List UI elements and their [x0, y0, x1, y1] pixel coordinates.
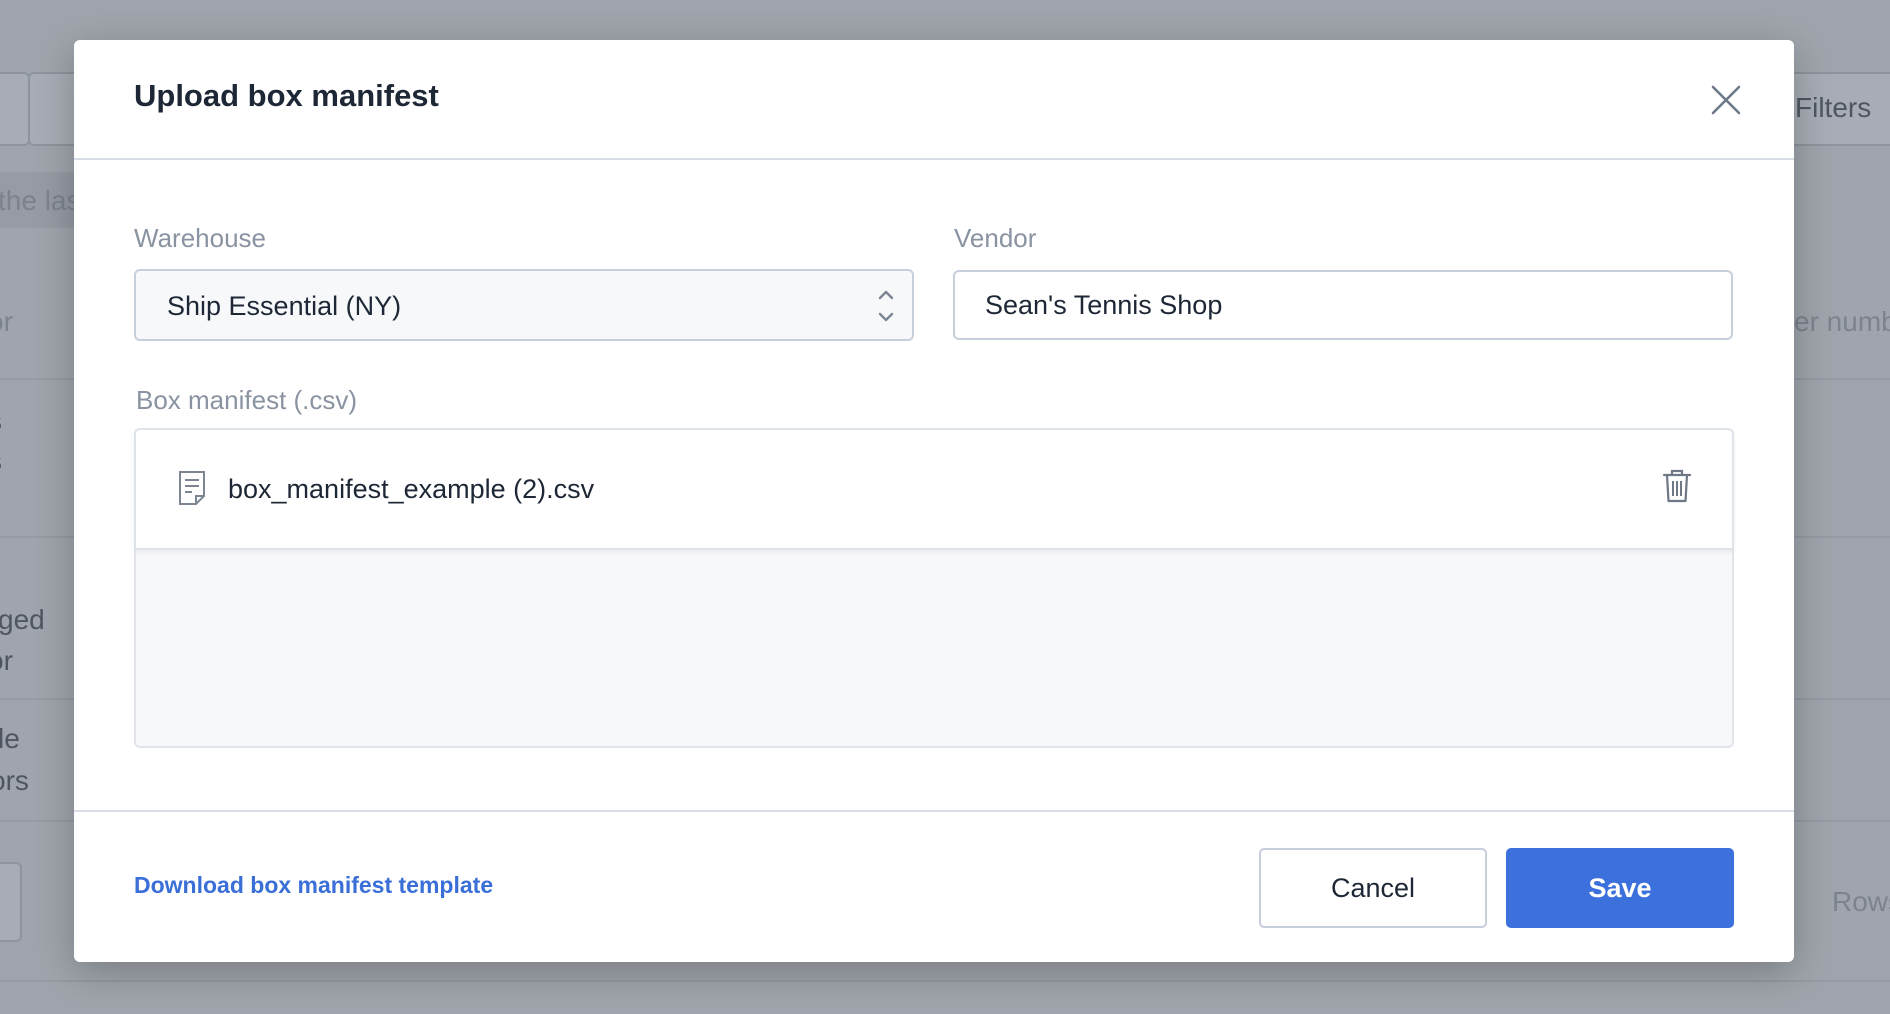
dialog-header: Upload box manifest — [74, 40, 1794, 160]
vendor-input[interactable] — [953, 270, 1733, 340]
background-text: er numb — [1794, 306, 1890, 337]
background-pagination-box — [0, 862, 22, 942]
chevron-up-down-icon — [878, 290, 894, 322]
background-divider — [0, 820, 74, 822]
delete-file-button[interactable] — [1662, 468, 1692, 504]
file-icon — [179, 471, 205, 505]
background-text: or — [0, 645, 13, 676]
background-divider — [1794, 536, 1890, 538]
background-text: s — [0, 405, 2, 437]
warehouse-selected-value: Ship Essential (NY) — [167, 291, 402, 321]
close-button[interactable] — [1708, 82, 1744, 118]
upload-manifest-dialog: Upload box manifest Warehouse Ship Essen… — [74, 40, 1794, 962]
background-text: le — [0, 723, 20, 754]
background-text: s — [0, 445, 2, 477]
background-divider — [0, 536, 74, 538]
manifest-label: Box manifest (.csv) — [136, 385, 358, 415]
dialog-footer: Download box manifest template Cancel Sa… — [74, 810, 1794, 964]
manifest-dropzone[interactable]: box_manifest_example (2).csv — [134, 428, 1734, 748]
background-text: the las — [0, 185, 81, 216]
background-text: or — [0, 306, 13, 337]
save-button[interactable]: Save — [1506, 848, 1734, 928]
uploaded-file-name: box_manifest_example (2).csv — [228, 474, 595, 504]
trash-icon — [1662, 469, 1692, 503]
close-icon — [1711, 85, 1741, 115]
vendor-label: Vendor — [954, 223, 1037, 253]
background-divider — [1794, 820, 1890, 822]
background-divider — [0, 378, 74, 380]
cancel-button[interactable]: Cancel — [1259, 848, 1487, 928]
background-text: ged — [0, 604, 45, 635]
background-divider — [1794, 698, 1890, 700]
background-divider — [0, 698, 74, 700]
warehouse-label: Warehouse — [134, 223, 266, 253]
background-filters-label: Filters — [1795, 92, 1872, 123]
background-button — [0, 72, 30, 146]
download-template-link[interactable]: Download box manifest template — [134, 872, 493, 899]
background-divider — [1794, 378, 1890, 380]
background-rows-label: Rows — [1832, 886, 1890, 917]
dialog-title: Upload box manifest — [134, 78, 439, 113]
uploaded-file-row: box_manifest_example (2).csv — [134, 428, 1734, 550]
warehouse-select[interactable]: Ship Essential (NY) — [134, 269, 914, 341]
background-divider — [0, 980, 1890, 982]
background-text: ors — [0, 765, 29, 796]
